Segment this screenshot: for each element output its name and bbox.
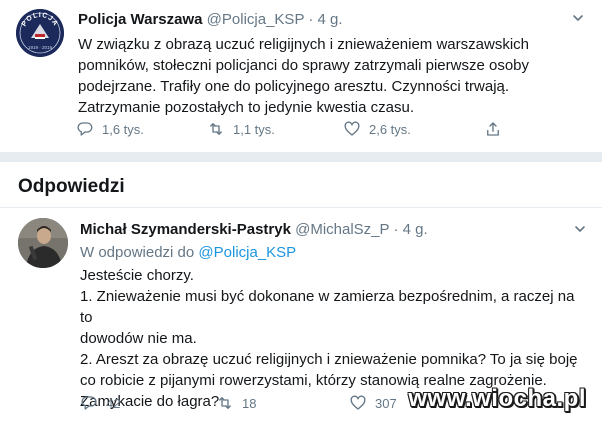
reply-prefix: W odpowiedzi do [80,244,195,261]
tweet-text-line: pomników, stołeczni policjanci do sprawy… [78,57,530,74]
like-icon [344,121,360,136]
reply-icon [81,396,97,410]
reply-button[interactable]: 1,6 tys. [76,120,144,138]
like-button[interactable]: 2,6 tys. [343,120,411,138]
tweet-text-line: Zatrzymanie pozostałych to jedynie kwest… [78,99,414,116]
author-handle[interactable]: @MichalSz_P [295,221,389,238]
tweet-time[interactable]: 4 g. [403,221,428,238]
person-photo-icon [18,218,68,268]
tweet-text-line: dowodów nie ma. [80,330,197,347]
reply-count: 1,6 tys. [102,121,144,137]
tweet-text-line: podejrzane. Trafiły one do policyjnego a… [78,78,510,95]
tweet-text-line: 1. Znieważenie musi być dokonane w zamie… [80,288,575,326]
author-name[interactable]: Michał Szymanderski-Pastryk [80,221,291,238]
share-icon [487,122,499,136]
reply-count: 42 [106,395,121,411]
tweet-time[interactable]: 4 g. [318,11,343,28]
like-icon [350,395,366,410]
tweet-text: W związku z obrazą uczuć religijnych i z… [78,34,558,118]
like-count: 307 [375,395,397,411]
chevron-down-icon[interactable] [573,222,587,239]
retweet-count: 18 [242,395,257,411]
tweet-actions: 1,6 tys. 1,1 tys. 2,6 tys. [0,120,602,142]
tweet-header: Michał Szymanderski-Pastryk @MichalSz_P … [80,220,428,240]
like-count: 2,6 tys. [369,121,411,137]
tweet-text-line: Jesteście chorzy. [80,267,194,284]
retweet-button[interactable]: 1,1 tys. [207,120,275,138]
separator: · [308,11,314,28]
section-divider [0,152,602,162]
tweet-header: Policja Warszawa @Policja_KSP · 4 g. [78,10,343,30]
chevron-down-icon[interactable] [571,11,585,28]
author-handle[interactable]: @Policja_KSP [207,11,305,28]
avatar-michal[interactable] [18,218,68,268]
author-name[interactable]: Policja Warszawa [78,11,203,28]
watermark: www.wiocha.pl [408,385,586,412]
retweet-count: 1,1 tys. [233,121,275,137]
reply-mention-link[interactable]: @Policja_KSP [198,244,296,261]
police-logo-icon: POLICJA 1919 · 2019 [16,9,64,57]
logo-text-bottom: 1919 · 2019 [28,45,53,50]
replies-heading: Odpowiedzi [18,176,125,197]
reply-button[interactable]: 42 [80,394,120,412]
share-button[interactable] [484,120,502,138]
tweet-text-line: W związku z obrazą uczuć religijnych i z… [78,36,529,53]
original-tweet[interactable]: POLICJA 1919 · 2019 Policja Warszawa @Po… [0,0,602,152]
retweet-icon [210,123,222,135]
retweet-button[interactable]: 18 [216,394,256,412]
reply-context: W odpowiedzi do @Policja_KSP [80,243,296,263]
retweet-icon [219,397,231,409]
reply-icon [77,122,93,136]
separator: · [393,221,399,238]
like-button[interactable]: 307 [349,394,397,412]
tweet-text-line: 2. Areszt za obrazę uczuć religijnych i … [80,351,578,368]
avatar-policja[interactable]: POLICJA 1919 · 2019 [16,9,64,57]
